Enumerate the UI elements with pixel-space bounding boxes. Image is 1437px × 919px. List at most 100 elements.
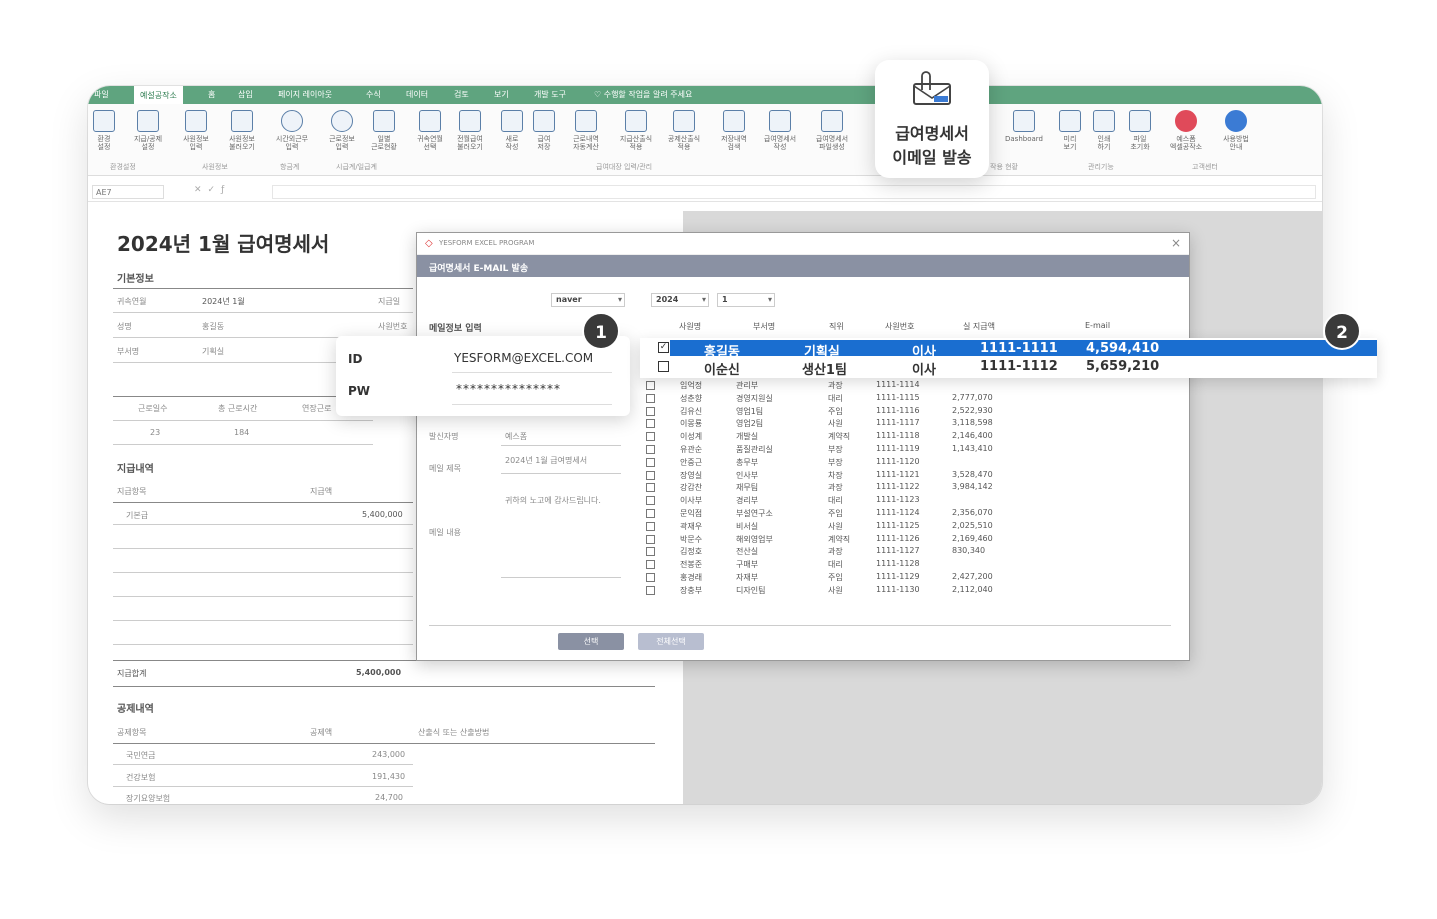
tab-data[interactable]: 데이터 [406, 89, 428, 100]
body-textarea[interactable]: 귀하의 노고에 감사드립니다. [505, 495, 615, 506]
id-input[interactable]: YESFORM@EXCEL.COM [454, 351, 593, 365]
row-checkbox[interactable] [646, 457, 655, 467]
sender-input[interactable]: 예스폼 [505, 431, 527, 442]
tell-me-box[interactable]: ♡ 수행할 작업을 알려 주세요 [594, 89, 692, 100]
employee-row[interactable]: 김정호 전산실 과장 1111-1127 830,340 [646, 546, 1166, 558]
tab-yesform[interactable]: 예설공작소 [134, 86, 183, 104]
reset-file-button[interactable]: 파일 초기화 [1118, 110, 1162, 151]
prev-pay-load-button[interactable]: 전월급여 불러오기 [448, 110, 492, 151]
employee-input-button[interactable]: 사원정보 입력 [174, 110, 218, 151]
employee-row[interactable]: 안중근 총무부 부장 1111-1120 [646, 457, 1166, 469]
payslip-file-button[interactable]: 급여명세서 파일생성 [810, 110, 854, 151]
search-icon [723, 110, 745, 132]
subject-input[interactable]: 2024년 1월 급여명세서 [505, 455, 587, 466]
employee-row[interactable]: 박문수 해외영업부 계약직 1111-1126 2,169,460 [646, 534, 1166, 546]
mail-service-select[interactable]: naver [551, 293, 625, 307]
ribbon-tabs: 파일 예설공작소 홈 삽입 페이지 레이아웃 수식 데이터 검토 보기 개발 도… [88, 86, 1322, 104]
employee-title: 대리 [828, 496, 843, 506]
row-checkbox[interactable] [646, 534, 655, 544]
employee-dept: 비서실 [736, 521, 759, 531]
row-checkbox[interactable] [646, 406, 655, 416]
create-payslip-button[interactable]: 급여명세서 작성 [758, 110, 802, 151]
env-settings-button[interactable]: 환경 설정 [88, 110, 126, 151]
employee-row[interactable]: 성춘향 경영지원실 대리 1111-1115 2,777,070 [646, 393, 1166, 405]
period-select-button[interactable]: 귀속연월 선택 [408, 110, 452, 151]
employee-title: 주임 [828, 406, 843, 416]
employee-name: 성춘향 [680, 393, 703, 403]
row-checkbox[interactable] [646, 381, 655, 390]
hl-amount: 4,594,410 [1086, 341, 1160, 356]
pay-formula-button[interactable]: 지급산출식 적용 [614, 110, 658, 151]
employee-row[interactable]: 이성계 개발실 계약직 1111-1118 2,146,400 [646, 431, 1166, 443]
auto-calc-button[interactable]: 근로내역 자동계산 [564, 110, 608, 151]
row-checkbox[interactable] [658, 361, 669, 372]
work-info-button[interactable]: 근로정보 입력 [320, 110, 364, 151]
save-button[interactable]: 급여 저장 [522, 110, 566, 151]
employee-row[interactable]: 홍경래 자재부 주임 1111-1129 2,427,200 [646, 572, 1166, 584]
tab-home[interactable]: 홈 [208, 89, 215, 100]
tab-review[interactable]: 검토 [454, 89, 469, 100]
tab-formulas[interactable]: 수식 [366, 89, 381, 100]
employee-row[interactable]: 임억정 관리부 과장 1111-1114 [646, 380, 1166, 392]
row-checkbox[interactable] [646, 483, 655, 493]
grid-icon [575, 110, 597, 132]
row-checkbox[interactable] [646, 419, 655, 429]
tab-file[interactable]: 파일 [94, 89, 109, 100]
employee-amt: 2,025,510 [952, 520, 993, 530]
row-checkbox-checked[interactable]: ✓ [658, 342, 669, 353]
employee-load-button[interactable]: 사원정보 불러오기 [220, 110, 264, 151]
employee-row[interactable]: 유관순 품질관리실 부장 1111-1119 1,143,410 [646, 444, 1166, 456]
overtime-input-button[interactable]: 시간외근무 입력 [270, 110, 314, 151]
employee-name: 박문수 [680, 534, 703, 544]
deduct-formula-button[interactable]: 공제산출식 적용 [662, 110, 706, 151]
employee-row[interactable]: 전봉준 구매부 대리 1111-1128 [646, 559, 1166, 571]
employee-no: 1111-1130 [876, 584, 920, 594]
row-checkbox[interactable] [646, 547, 655, 557]
employee-row[interactable]: 문익점 부설연구소 주임 1111-1124 2,356,070 [646, 508, 1166, 520]
employee-row[interactable]: 이사부 경리부 대리 1111-1123 [646, 495, 1166, 507]
row-checkbox[interactable] [646, 585, 655, 595]
row-checkbox[interactable] [646, 573, 655, 582]
email-send-callout[interactable]: 급여명세서 이메일 발송 [875, 60, 989, 178]
yesform-button[interactable]: 예스폼 엑셀공작소 [1164, 110, 1208, 151]
pw-input[interactable]: *************** [456, 382, 561, 396]
employee-amt: 3,118,598 [952, 418, 993, 428]
employee-row[interactable]: 이몽룡 영업2팀 사원 1111-1117 3,118,598 [646, 418, 1166, 430]
employee-row[interactable]: 장영실 인사부 차장 1111-1121 3,528,470 [646, 470, 1166, 482]
name-box[interactable]: AE7 [92, 185, 164, 199]
employee-row[interactable]: 장충부 디자인팀 사원 1111-1130 2,112,040 [646, 585, 1166, 597]
row-checkbox[interactable] [646, 560, 655, 570]
row-checkbox[interactable] [646, 393, 655, 403]
formula-icons: ✕✓ƒ [194, 185, 231, 195]
row-label: 부서명 [117, 347, 140, 356]
daily-status-button[interactable]: 일별 근로현황 [362, 110, 406, 151]
formula-icon [625, 110, 647, 132]
month-select[interactable]: 1 [717, 293, 775, 307]
row-checkbox[interactable] [646, 432, 655, 442]
tab-page-layout[interactable]: 페이지 레이아웃 [278, 89, 332, 100]
row-checkbox[interactable] [646, 470, 655, 480]
hl-title: 이사 [912, 345, 936, 360]
employee-row[interactable]: 김유신 영업1팀 주임 1111-1116 2,522,930 [646, 406, 1166, 418]
row-checkbox[interactable] [646, 509, 655, 518]
help-button[interactable]: 사용방법 안내 [1214, 110, 1258, 151]
pay-deduct-settings-button[interactable]: 지급/공제 설정 [126, 110, 170, 151]
tab-insert[interactable]: 삽입 [238, 89, 253, 100]
employee-row[interactable]: 강감찬 재무팀 과장 1111-1122 3,984,142 [646, 482, 1166, 494]
dashboard-button[interactable]: Dashboard [1002, 110, 1046, 143]
formula-input[interactable] [272, 185, 1316, 199]
row-checkbox[interactable] [646, 521, 655, 531]
tab-view[interactable]: 보기 [494, 89, 509, 100]
section-pay: 지급내역 [117, 464, 154, 475]
row-checkbox[interactable] [646, 445, 655, 454]
employee-row[interactable]: 곽재우 비서실 사원 1111-1125 2,025,510 [646, 521, 1166, 533]
row-checkbox[interactable] [646, 496, 655, 506]
close-icon[interactable]: × [1171, 236, 1181, 250]
select-button[interactable]: 선택 [558, 633, 624, 650]
yesform-logo-icon [1175, 110, 1197, 132]
year-select[interactable]: 2024 [651, 293, 709, 307]
select-all-button[interactable]: 전체선택 [638, 633, 704, 650]
employee-no: 1111-1125 [876, 520, 920, 530]
tab-developer[interactable]: 개발 도구 [534, 89, 566, 100]
search-saved-button[interactable]: 저장내역 검색 [712, 110, 756, 151]
